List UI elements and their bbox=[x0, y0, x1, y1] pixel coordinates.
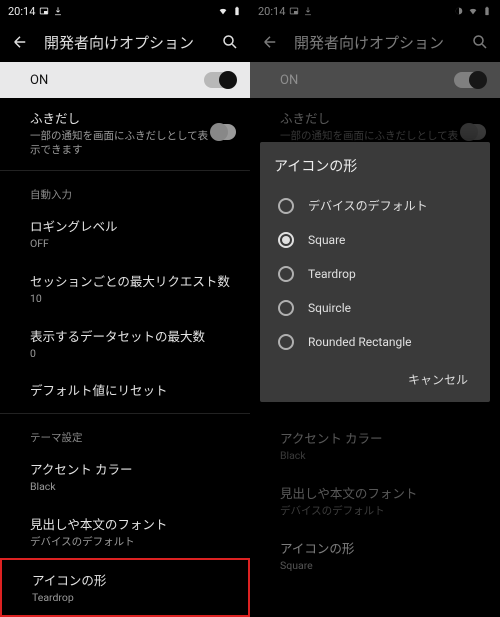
setting-reset-defaults[interactable]: デフォルト値にリセット bbox=[0, 370, 250, 409]
status-time: 20:14 bbox=[8, 5, 35, 18]
master-toggle-row[interactable]: ON bbox=[0, 62, 250, 98]
radio-option-square[interactable]: Square bbox=[274, 223, 476, 257]
setting-accent-color[interactable]: アクセント カラー Black bbox=[0, 449, 250, 504]
search-icon[interactable] bbox=[220, 32, 240, 52]
radio-label: Teardrop bbox=[308, 267, 356, 281]
page-title: 開発者向けオプション bbox=[44, 32, 206, 53]
status-bar: 20:14 bbox=[250, 0, 500, 22]
setting-desc: 一部の通知を画面にふきだしとして表示できます bbox=[30, 129, 211, 156]
download-icon bbox=[303, 6, 313, 16]
setting-icon-shape: アイコンの形 Square bbox=[250, 528, 500, 583]
app-bar: 開発者向けオプション bbox=[250, 22, 500, 62]
radio-label: Squircle bbox=[308, 301, 351, 315]
radio-icon bbox=[278, 198, 294, 214]
setting-value: Square bbox=[280, 559, 482, 573]
setting-value: デバイスのデフォルト bbox=[30, 535, 232, 549]
setting-title: アイコンの形 bbox=[280, 538, 482, 557]
search-icon[interactable] bbox=[470, 32, 490, 52]
battery-icon bbox=[232, 6, 242, 16]
radio-option-squircle[interactable]: Squircle bbox=[274, 291, 476, 325]
divider bbox=[0, 170, 250, 171]
setting-title: 見出しや本文のフォント bbox=[30, 514, 232, 533]
icon-shape-dialog: アイコンの形 デバイスのデフォルト Square Teardrop Squirc… bbox=[260, 142, 490, 402]
fukidashi-switch[interactable] bbox=[211, 124, 236, 140]
radio-icon bbox=[278, 334, 294, 350]
radio-option-rounded-rectangle[interactable]: Rounded Rectangle bbox=[274, 325, 476, 359]
radio-label: Rounded Rectangle bbox=[308, 335, 412, 349]
wifi-icon bbox=[218, 6, 228, 16]
master-toggle-label: ON bbox=[14, 73, 48, 88]
back-icon[interactable] bbox=[10, 32, 30, 52]
radio-icon bbox=[278, 300, 294, 316]
picture-in-picture-icon bbox=[39, 6, 49, 16]
setting-logging-level[interactable]: ロギングレベル OFF bbox=[0, 206, 250, 261]
cancel-button[interactable]: キャンセル bbox=[400, 365, 476, 394]
setting-value: Teardrop bbox=[32, 591, 230, 605]
radio-label: Square bbox=[308, 233, 345, 247]
setting-value: 10 bbox=[30, 292, 232, 306]
page-title: 開発者向けオプション bbox=[294, 32, 456, 53]
radio-option-default[interactable]: デバイスのデフォルト bbox=[274, 188, 476, 223]
back-icon[interactable] bbox=[260, 32, 280, 52]
setting-value: OFF bbox=[30, 237, 232, 251]
wifi-icon bbox=[468, 6, 478, 16]
setting-title: ふきだし bbox=[30, 108, 211, 127]
radio-icon bbox=[278, 232, 294, 248]
status-bar: 20:14 bbox=[0, 0, 250, 22]
setting-fukidashi[interactable]: ふきだし 一部の通知を画面にふきだしとして表示できます bbox=[0, 98, 250, 166]
setting-title: アイコンの形 bbox=[32, 570, 230, 589]
setting-icon-shape[interactable]: アイコンの形 Teardrop bbox=[0, 558, 250, 617]
dialog-title: アイコンの形 bbox=[274, 156, 476, 176]
setting-max-requests[interactable]: セッションごとの最大リクエスト数 10 bbox=[0, 261, 250, 316]
master-toggle-switch[interactable] bbox=[204, 72, 236, 88]
picture-in-picture-icon bbox=[289, 6, 299, 16]
setting-title: セッションごとの最大リクエスト数 bbox=[30, 271, 232, 290]
setting-max-datasets[interactable]: 表示するデータセットの最大数 0 bbox=[0, 316, 250, 371]
radio-option-teardrop[interactable]: Teardrop bbox=[274, 257, 476, 291]
radio-label: デバイスのデフォルト bbox=[308, 197, 428, 214]
section-autofill: 自動入力 bbox=[0, 175, 250, 206]
battery-icon bbox=[482, 6, 492, 16]
divider bbox=[0, 413, 250, 414]
right-screenshot: 20:14 開発者向けオプション bbox=[250, 0, 500, 514]
setting-title: デフォルト値にリセット bbox=[30, 380, 232, 399]
left-screenshot: 20:14 開発者向けオプション ON bbox=[0, 0, 250, 514]
section-theme: テーマ設定 bbox=[0, 418, 250, 449]
setting-value: Black bbox=[30, 480, 232, 494]
download-icon bbox=[53, 6, 63, 16]
setting-value: 0 bbox=[30, 347, 232, 361]
setting-title: ロギングレベル bbox=[30, 216, 232, 235]
setting-title: 表示するデータセットの最大数 bbox=[30, 326, 232, 345]
setting-title: アクセント カラー bbox=[30, 459, 232, 478]
setting-font[interactable]: 見出しや本文のフォント デバイスのデフォルト bbox=[0, 504, 250, 559]
app-bar: 開発者向けオプション bbox=[0, 22, 250, 62]
status-time: 20:14 bbox=[258, 5, 285, 18]
contrast-icon bbox=[454, 6, 464, 16]
radio-icon bbox=[278, 266, 294, 282]
